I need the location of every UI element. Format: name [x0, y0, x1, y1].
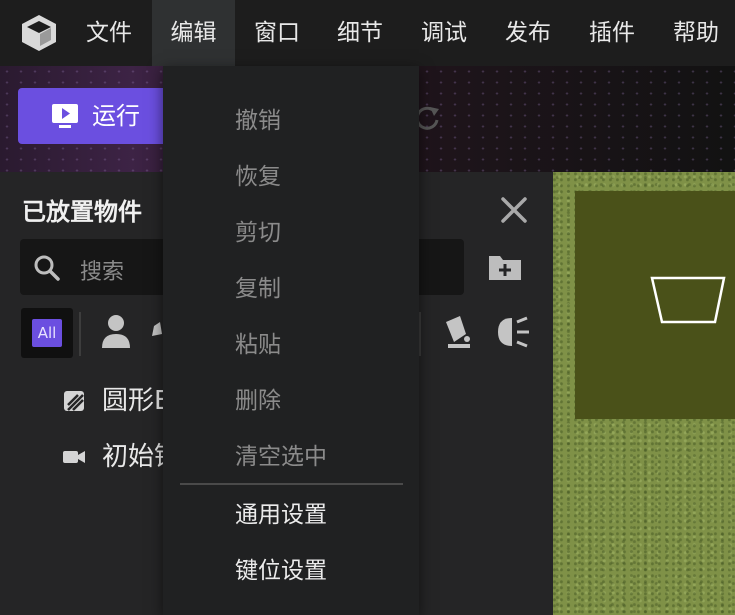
menu-details[interactable]: 细节: [325, 0, 395, 66]
panel-title: 已放置物件: [22, 198, 142, 226]
menu-undo[interactable]: 撤销: [235, 101, 281, 141]
menu-general-settings[interactable]: 通用设置: [235, 495, 327, 535]
menu-file[interactable]: 文件: [74, 0, 144, 66]
play-screen-icon: [52, 104, 78, 128]
trapezoid-gizmo-icon[interactable]: [649, 274, 727, 326]
filter-divider-right: [419, 312, 421, 356]
app-logo-icon[interactable]: [20, 13, 58, 53]
folder-add-icon[interactable]: [486, 250, 524, 284]
camera-icon: [63, 451, 85, 463]
menu-cut[interactable]: 剪切: [235, 213, 281, 253]
search-icon: [34, 255, 60, 281]
run-button-label: 运行: [92, 102, 140, 130]
tree-item-label: 圆形B: [102, 386, 172, 416]
menu-publish[interactable]: 发布: [493, 0, 563, 66]
npc-icon[interactable]: [150, 312, 164, 352]
speaker-icon[interactable]: [440, 312, 478, 352]
shape-icon: [64, 391, 84, 411]
filter-divider: [79, 312, 81, 356]
menu-separator: [180, 483, 403, 485]
menu-delete[interactable]: 删除: [235, 381, 281, 421]
filter-all-button[interactable]: All: [21, 308, 73, 358]
menu-redo[interactable]: 恢复: [235, 157, 281, 197]
menu-clear-selection[interactable]: 清空选中: [235, 437, 327, 477]
menu-paste[interactable]: 粘贴: [235, 325, 281, 365]
close-icon[interactable]: [497, 193, 531, 227]
menu-bar: 文件 编辑 窗口 细节 调试 发布 插件 帮助: [0, 0, 735, 66]
person-icon[interactable]: [97, 312, 135, 352]
filter-all-label: All: [32, 319, 62, 347]
menu-window[interactable]: 窗口: [242, 0, 312, 66]
light-icon[interactable]: [494, 312, 532, 352]
search-placeholder: 搜索: [80, 260, 125, 285]
menu-edit[interactable]: 编辑: [152, 0, 235, 66]
menu-keybind-settings[interactable]: 键位设置: [235, 551, 327, 591]
menu-help[interactable]: 帮助: [661, 0, 731, 66]
menu-debug[interactable]: 调试: [409, 0, 479, 66]
menu-copy[interactable]: 复制: [235, 269, 281, 309]
menu-plugins[interactable]: 插件: [577, 0, 647, 66]
